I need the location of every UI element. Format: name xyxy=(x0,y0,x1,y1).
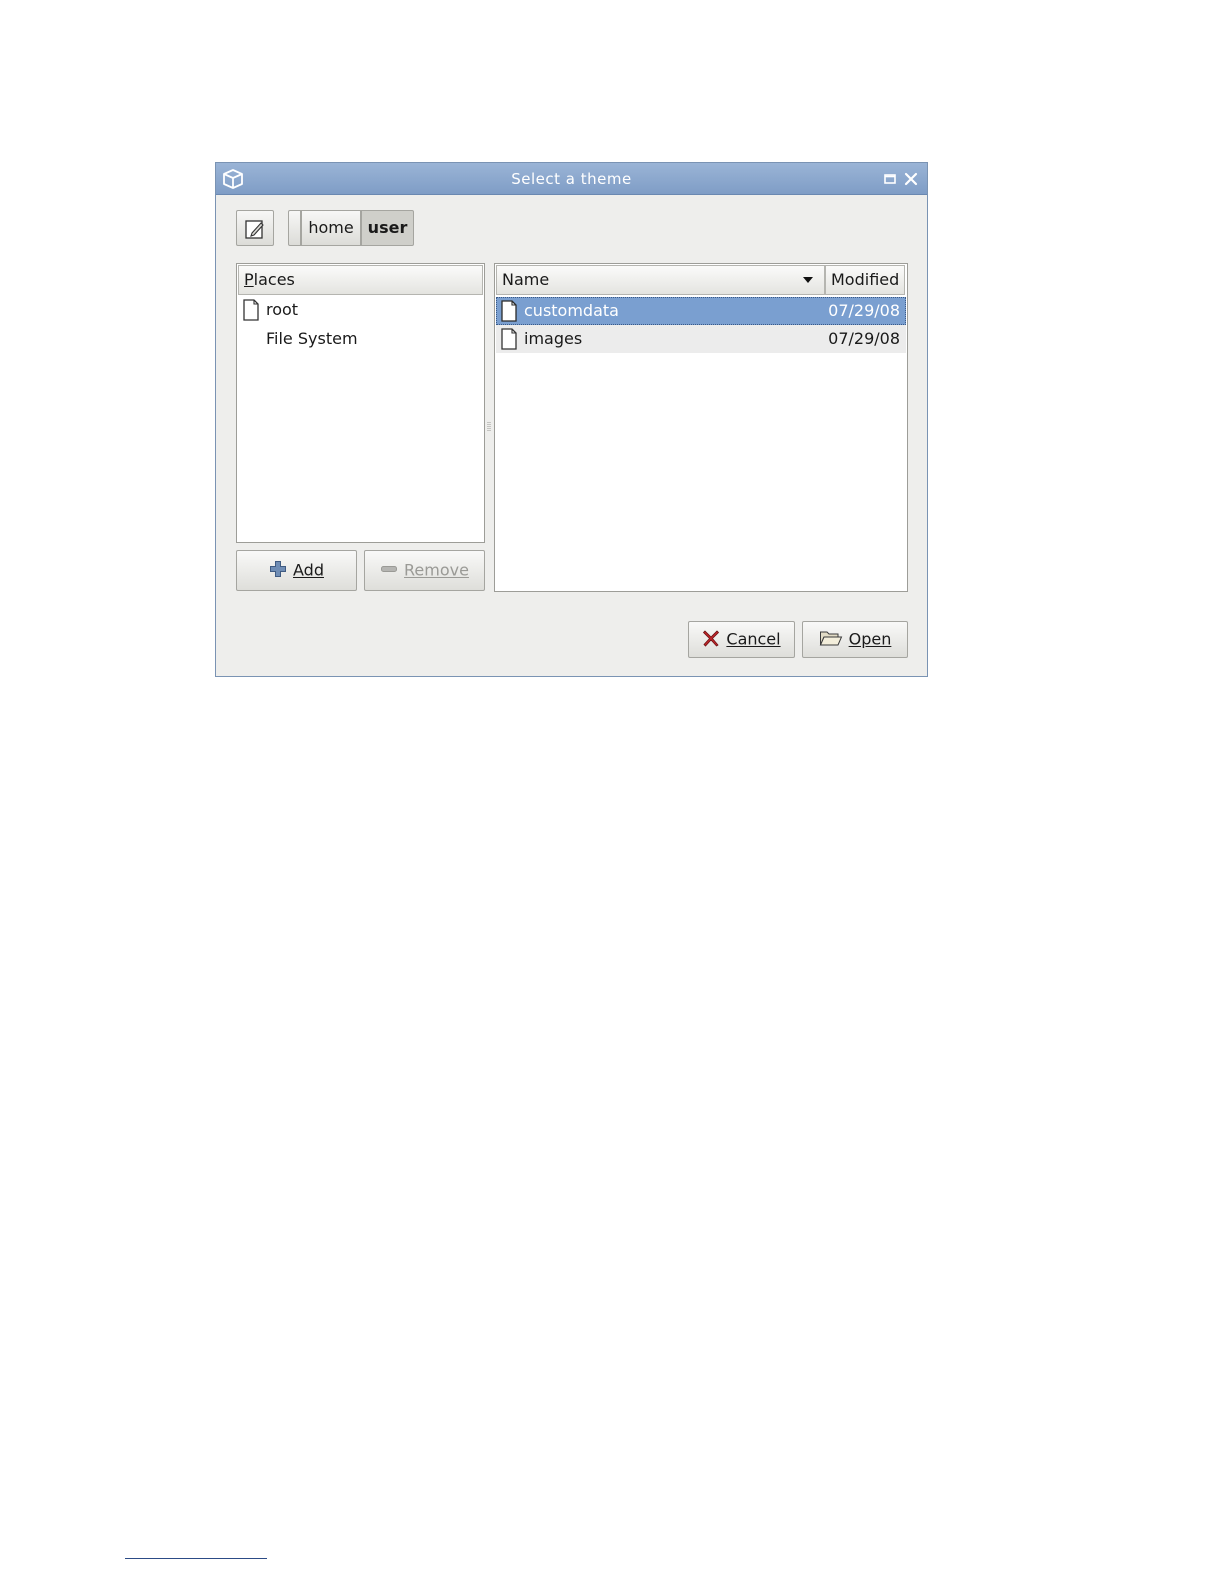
title-bar[interactable]: Select a theme xyxy=(216,163,927,195)
edit-icon xyxy=(245,220,264,239)
places-list[interactable]: Places root File System xyxy=(236,263,485,543)
file-name: customdata xyxy=(524,301,619,320)
add-bookmark-button[interactable]: Add xyxy=(236,550,357,591)
cancel-label: Cancel xyxy=(726,629,781,649)
maximize-icon[interactable] xyxy=(882,171,898,187)
places-item-label: root xyxy=(266,300,299,319)
file-icon xyxy=(243,299,259,321)
file-list[interactable]: Name Modified customdata 07/29/08 images… xyxy=(494,263,908,592)
name-column-label: Name xyxy=(502,270,550,289)
add-label: Add xyxy=(293,560,324,580)
file-name: images xyxy=(524,329,583,348)
open-label: Open xyxy=(848,629,892,649)
places-item-label: File System xyxy=(266,329,358,348)
places-header-mnemonic: P xyxy=(244,270,254,289)
path-scroll-left-button[interactable] xyxy=(288,210,301,246)
remove-bookmark-button[interactable]: Remove xyxy=(364,550,485,591)
file-row-images[interactable]: images 07/29/08 xyxy=(496,325,906,353)
places-header-rest: laces xyxy=(253,270,295,289)
minus-icon xyxy=(381,565,398,572)
close-icon[interactable] xyxy=(903,171,919,187)
footnote-separator-line xyxy=(125,1558,267,1559)
cancel-button[interactable]: Cancel xyxy=(688,621,795,658)
file-icon xyxy=(501,328,517,350)
window-title: Select a theme xyxy=(511,170,632,188)
pane-resize-handle[interactable] xyxy=(486,421,492,433)
sort-down-icon xyxy=(803,277,813,283)
plus-icon xyxy=(270,560,286,577)
file-modified: 07/29/08 xyxy=(828,301,900,320)
open-button[interactable]: Open xyxy=(802,621,908,658)
cancel-x-icon xyxy=(703,629,720,647)
type-location-button[interactable] xyxy=(236,210,274,246)
places-item-file-system[interactable]: File System xyxy=(238,325,483,353)
path-crumb-user[interactable]: user xyxy=(361,210,414,246)
path-crumb-home[interactable]: home xyxy=(301,210,361,246)
places-item-root[interactable]: root xyxy=(238,296,483,324)
name-column-header[interactable]: Name xyxy=(496,265,825,295)
modified-column-header[interactable]: Modified xyxy=(825,265,905,295)
file-icon xyxy=(501,300,517,322)
file-row-customdata[interactable]: customdata 07/29/08 xyxy=(496,297,906,325)
open-folder-icon xyxy=(819,631,842,645)
remove-label: Remove xyxy=(404,560,469,580)
select-theme-dialog: Select a theme home user Places root Fil… xyxy=(215,162,928,677)
file-modified: 07/29/08 xyxy=(828,329,900,348)
places-header[interactable]: Places xyxy=(238,265,483,295)
